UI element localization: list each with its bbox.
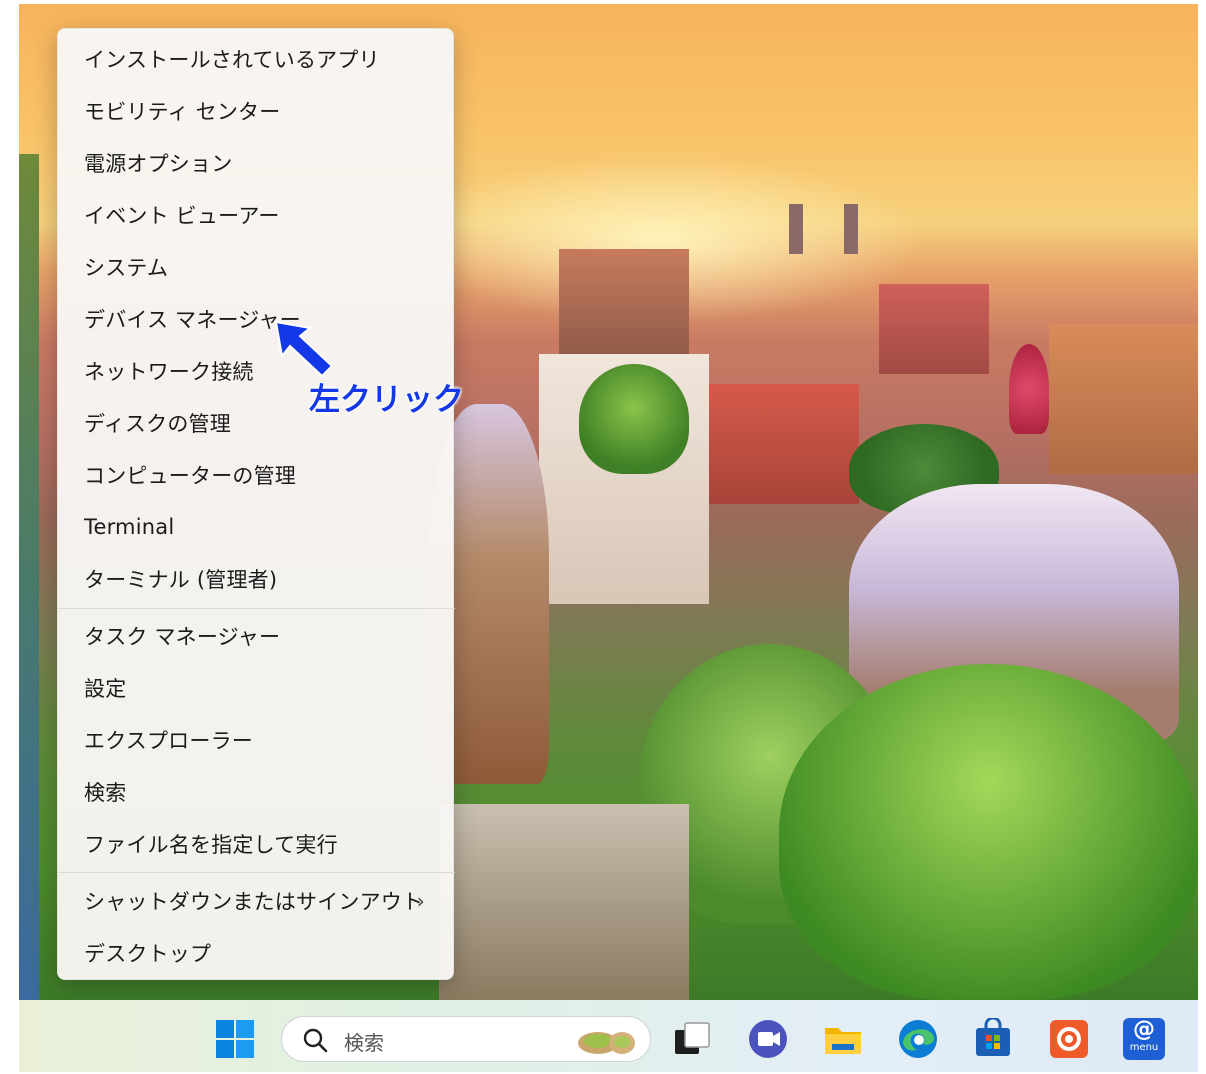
menu-item-label: デスクトップ [84,942,212,966]
menu-item-label: イベント ビューアー [84,204,280,228]
wallpaper-left-edge [19,154,39,1000]
search-placeholder: 検索 [344,1031,384,1055]
windows-start-icon[interactable] [215,1019,255,1059]
app-icon[interactable] [1048,1018,1090,1060]
menu-item-task-manager[interactable]: タスク マネージャー [58,612,455,660]
menu-item-system[interactable]: システム [58,243,455,291]
search-icon [303,1028,328,1053]
menu-item-device-manager[interactable]: デバイス マネージャー [58,295,455,343]
menu-item-computer-management[interactable]: コンピューターの管理 [58,451,455,499]
wallpaper-building [709,384,859,504]
menu-item-event-viewer[interactable]: イベント ビューアー [58,191,455,239]
menu-separator [58,872,455,873]
menu-item-shutdown-signout[interactable]: シャットダウンまたはサインアウト › [58,877,455,925]
wallpaper-palm [579,364,689,474]
menu-item-terminal[interactable]: Terminal [58,503,455,551]
menu-item-desktop[interactable]: デスクトップ [58,929,455,977]
microsoft-store-icon[interactable] [972,1018,1014,1060]
chevron-right-icon: › [416,889,425,913]
menu-item-settings[interactable]: 設定 [58,664,455,712]
menu-item-label: システム [84,256,169,280]
task-view-icon[interactable] [671,1018,713,1060]
menu-item-terminal-admin[interactable]: ターミナル (管理者) [58,555,455,603]
menu-item-label: ネットワーク接続 [84,360,254,384]
menu-item-installed-apps[interactable]: インストールされているアプリ [58,35,455,83]
menu-item-run[interactable]: ファイル名を指定して実行 [58,820,455,868]
file-explorer-icon[interactable] [822,1018,864,1060]
menu-item-search[interactable]: 検索 [58,768,455,816]
menu-item-label: モビリティ センター [84,100,281,124]
menu-item-label: インストールされているアプリ [84,48,380,72]
annotation-arrow-icon [274,320,334,378]
menu-item-label: 検索 [84,781,127,805]
win-x-context-menu: インストールされているアプリ モビリティ センター 電源オプション イベント ビ… [57,28,455,980]
menu-item-label: ファイル名を指定して実行 [84,833,338,857]
wallpaper-palm [779,664,1198,1000]
menu-item-label: ディスクの管理 [84,412,231,436]
menu-app-label: menu [1129,1042,1159,1053]
desktop-screen: インストールされているアプリ モビリティ センター 電源オプション イベント ビ… [19,4,1198,1072]
menu-item-label: ターミナル (管理者) [84,568,278,592]
menu-item-label: シャットダウンまたはサインアウト [84,890,424,914]
at-symbol: @ [1133,1017,1155,1042]
menu-item-mobility-center[interactable]: モビリティ センター [58,87,455,135]
menu-item-label: エクスプローラー [84,729,253,753]
wallpaper-terrace [439,804,689,1000]
edge-icon[interactable] [897,1018,939,1060]
wallpaper-tower [789,204,803,254]
menu-item-label: デバイス マネージャー [84,308,301,332]
menu-app-icon[interactable]: @ menu [1123,1018,1165,1060]
wallpaper-building [879,284,989,374]
menu-item-label: 電源オプション [84,152,233,176]
menu-item-label: Terminal [84,515,175,539]
wallpaper-tower [844,204,858,254]
menu-item-label: コンピューターの管理 [84,464,296,488]
menu-item-power-options[interactable]: 電源オプション [58,139,455,187]
taskbar-search-box[interactable]: 検索 [281,1016,651,1062]
menu-item-label: タスク マネージャー [84,625,281,649]
menu-item-file-explorer[interactable]: エクスプローラー [58,716,455,764]
search-highlight-icon [578,1032,635,1054]
wallpaper-spire [1009,344,1049,434]
annotation-left-click-label: 左クリック [309,382,464,418]
menu-item-label: 設定 [84,677,127,701]
taskbar: 検索 @ menu [19,1000,1198,1072]
meet-icon[interactable] [747,1018,789,1060]
wallpaper-building [1049,324,1198,474]
menu-separator [58,608,455,609]
wallpaper-building [559,249,689,359]
